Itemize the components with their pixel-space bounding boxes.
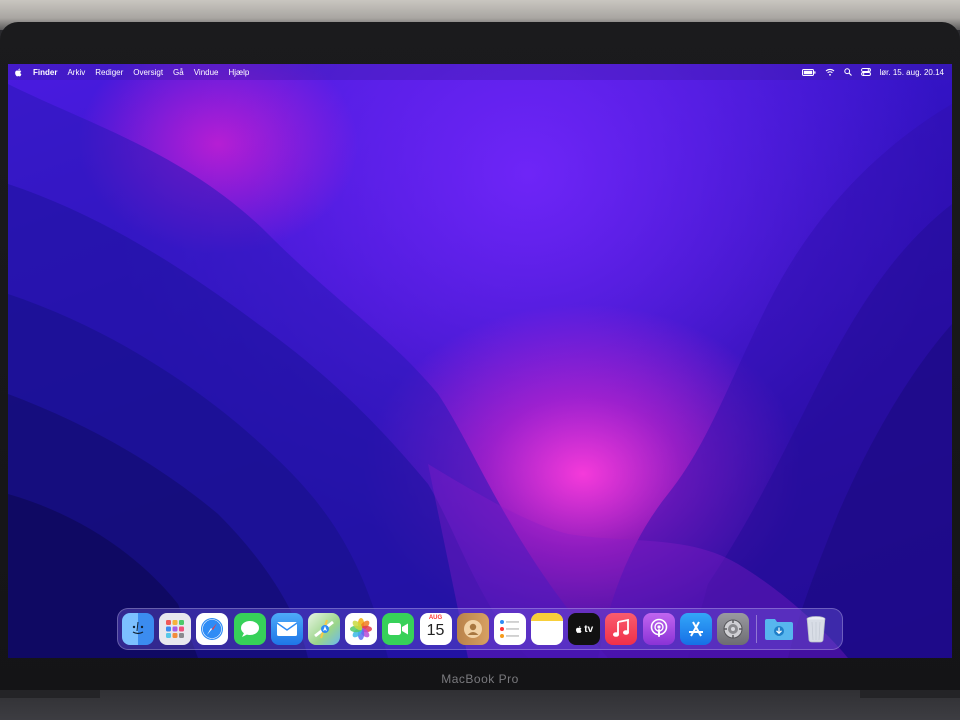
dock: AUG 15 tv — [117, 608, 843, 650]
finder-icon[interactable] — [122, 613, 154, 645]
menu-clock[interactable]: lør. 15. aug. 20.14 — [880, 68, 945, 77]
hinge-right — [860, 690, 960, 698]
calendar-icon[interactable]: AUG 15 — [419, 613, 452, 645]
menu-rediger[interactable]: Rediger — [95, 68, 123, 77]
wifi-icon[interactable] — [825, 68, 835, 76]
system-preferences-icon[interactable] — [717, 613, 749, 645]
trash-icon[interactable] — [800, 613, 832, 645]
podcasts-icon[interactable] — [642, 613, 675, 645]
menu-app-name[interactable]: Finder — [33, 68, 57, 77]
dock-separator — [756, 615, 758, 643]
notes-icon[interactable] — [531, 613, 564, 645]
calendar-month: AUG — [428, 615, 443, 621]
messages-icon[interactable] — [233, 613, 266, 645]
device-label: MacBook Pro — [441, 672, 519, 686]
safari-icon[interactable] — [196, 613, 229, 645]
menu-hjaelp[interactable]: Hjælp — [228, 68, 249, 77]
menu-bar: Finder Arkiv Rediger Oversigt Gå Vindue … — [8, 64, 952, 80]
battery-icon[interactable] — [801, 68, 816, 76]
desktop-screen[interactable]: Finder Arkiv Rediger Oversigt Gå Vindue … — [8, 64, 952, 658]
app-store-icon[interactable] — [679, 613, 712, 645]
menu-vindue[interactable]: Vindue — [194, 68, 219, 77]
control-center-icon[interactable] — [860, 68, 871, 76]
downloads-folder-icon[interactable] — [763, 613, 795, 645]
launchpad-icon[interactable] — [159, 613, 192, 645]
mail-icon[interactable] — [270, 613, 303, 645]
music-icon[interactable] — [605, 613, 638, 645]
facetime-icon[interactable] — [382, 613, 415, 645]
photos-icon[interactable] — [345, 613, 378, 645]
contacts-icon[interactable] — [456, 613, 489, 645]
apple-tv-icon[interactable]: tv — [568, 613, 601, 645]
menu-oversigt[interactable]: Oversigt — [133, 68, 163, 77]
reminders-icon[interactable] — [493, 613, 526, 645]
laptop-base — [0, 690, 960, 720]
apple-logo-icon[interactable] — [14, 68, 23, 77]
apple-tv-label: tv — [584, 623, 594, 635]
hinge-left — [0, 690, 100, 698]
calendar-day: 15 — [426, 622, 445, 639]
menu-ga[interactable]: Gå — [173, 68, 184, 77]
spotlight-search-icon[interactable] — [843, 68, 852, 76]
menu-arkiv[interactable]: Arkiv — [67, 68, 85, 77]
wallpaper — [8, 84, 952, 658]
maps-icon[interactable] — [307, 613, 340, 645]
